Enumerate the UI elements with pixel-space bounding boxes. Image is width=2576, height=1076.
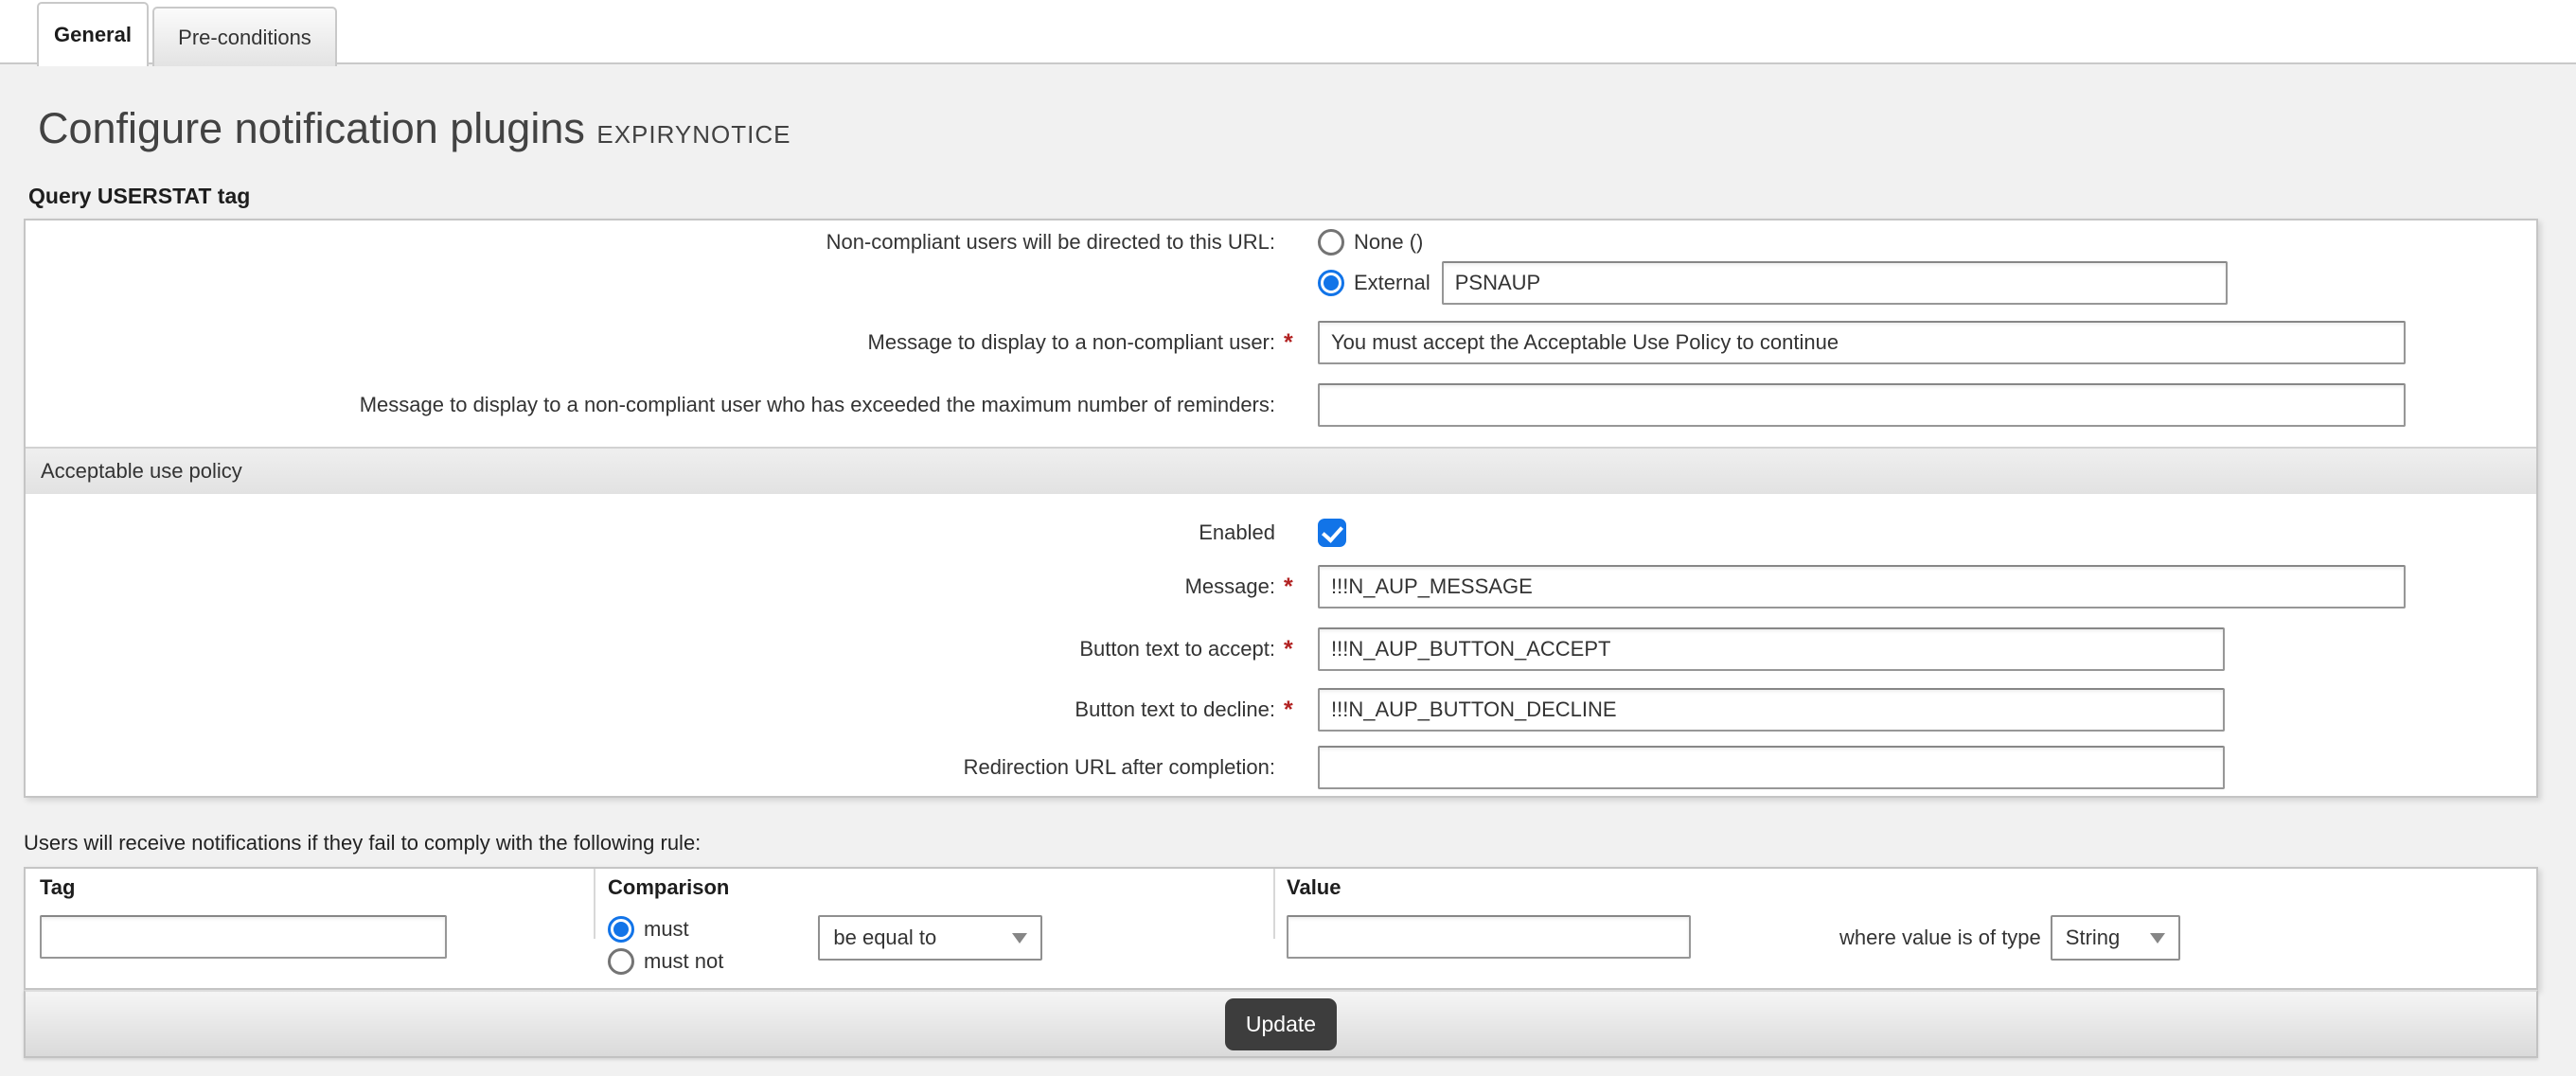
- tag-column-header: Tag: [40, 875, 595, 904]
- reminder-message-input[interactable]: [1318, 383, 2406, 427]
- tab-general[interactable]: General: [37, 2, 149, 66]
- operator-select-value: be equal to: [833, 926, 936, 950]
- comparison-radio-group: must must not: [608, 915, 723, 976]
- value-type-label: where value is of type: [1839, 915, 2041, 961]
- radio-external-icon[interactable]: [1318, 270, 1344, 296]
- aup-message-input[interactable]: [1318, 565, 2406, 609]
- column-divider: [1273, 869, 1275, 939]
- aup-message-label: Message:: [26, 573, 1275, 601]
- radio-option-must-not[interactable]: must not: [608, 947, 723, 976]
- tag-input[interactable]: [40, 915, 447, 959]
- decline-button-text-label: Button text to decline:: [26, 696, 1275, 724]
- tab-general-label: General: [54, 23, 132, 47]
- rule-panel: Tag Comparison must must not be equal: [24, 867, 2538, 990]
- radio-none-label: None (): [1354, 230, 1423, 255]
- update-button[interactable]: Update: [1225, 998, 1337, 1050]
- form-row-aup-message: Message: *: [26, 565, 2536, 609]
- form-row-accept-button-text: Button text to accept: *: [26, 627, 2536, 671]
- value-type-select-value: String: [2066, 926, 2120, 950]
- redirection-url-input[interactable]: [1318, 746, 2225, 789]
- decline-button-text-input[interactable]: [1318, 688, 2225, 732]
- form-footer: Update: [24, 990, 2538, 1058]
- external-url-input[interactable]: [1442, 261, 2228, 305]
- enabled-checkbox[interactable]: [1318, 519, 1346, 547]
- form-row-decline-button-text: Button text to decline: *: [26, 688, 2536, 732]
- form-row-reminder-message: Message to display to a non-compliant us…: [26, 383, 2536, 427]
- accept-button-text-input[interactable]: [1318, 627, 2225, 671]
- rule-col-value: Value where value is of type String: [1273, 869, 2536, 988]
- rule-col-tag: Tag: [26, 869, 595, 988]
- radio-must-not-label: must not: [644, 949, 723, 974]
- redirect-url-label: Non-compliant users will be directed to …: [26, 228, 1275, 256]
- operator-select[interactable]: be equal to: [818, 915, 1042, 961]
- radio-option-must[interactable]: must: [608, 915, 723, 944]
- radio-option-none[interactable]: None (): [1318, 228, 1423, 256]
- value-column-header: Value: [1287, 875, 2536, 904]
- form-row-redirect-url: Non-compliant users will be directed to …: [26, 228, 2536, 306]
- noncompliant-message-label: Message to display to a non-compliant us…: [26, 328, 1275, 357]
- rule-col-comparison: Comparison must must not be equal to: [595, 869, 1273, 988]
- required-asterisk: *: [1275, 635, 1318, 663]
- required-asterisk: *: [1275, 696, 1318, 724]
- redirection-url-label: Redirection URL after completion:: [26, 753, 1275, 782]
- form-row-noncompliant-message: Message to display to a non-compliant us…: [26, 321, 2536, 364]
- radio-none-icon[interactable]: [1318, 229, 1344, 256]
- radio-option-external[interactable]: External: [1318, 260, 2228, 306]
- plugin-name: EXPIRYNOTICE: [596, 120, 791, 149]
- reminder-message-label: Message to display to a non-compliant us…: [26, 391, 1275, 419]
- tab-preconditions-label: Pre-conditions: [178, 26, 311, 50]
- required-asterisk: *: [1275, 328, 1318, 357]
- general-settings-panel: Non-compliant users will be directed to …: [24, 219, 2538, 798]
- form-row-enabled: Enabled: [26, 519, 2536, 547]
- enabled-label: Enabled: [26, 519, 1275, 547]
- chevron-down-icon: [1012, 933, 1027, 944]
- page-title-text: Configure notification plugins: [38, 104, 585, 152]
- aup-heading-label: Acceptable use policy: [41, 459, 242, 484]
- section-heading-query-userstat: Query USERSTAT tag: [28, 184, 250, 209]
- section-heading-aup: Acceptable use policy: [26, 447, 2536, 494]
- page-title: Configure notification plugins EXPIRYNOT…: [38, 104, 791, 153]
- radio-must-icon[interactable]: [608, 916, 634, 943]
- radio-must-not-icon[interactable]: [608, 948, 634, 975]
- form-row-redirection-url: Redirection URL after completion:: [26, 746, 2536, 789]
- radio-external-label: External: [1354, 271, 1430, 295]
- value-type-select[interactable]: String: [2051, 915, 2180, 961]
- accept-button-text-label: Button text to accept:: [26, 635, 1275, 663]
- value-input[interactable]: [1287, 915, 1691, 959]
- radio-must-label: must: [644, 917, 689, 942]
- column-divider: [594, 869, 595, 939]
- noncompliant-message-input[interactable]: [1318, 321, 2406, 364]
- tab-bar: General Pre-conditions: [0, 0, 2576, 64]
- rule-intro: Users will receive notifications if they…: [24, 831, 701, 856]
- comparison-column-header: Comparison: [608, 875, 1273, 904]
- required-asterisk: *: [1275, 573, 1318, 601]
- chevron-down-icon: [2150, 933, 2165, 944]
- tab-preconditions[interactable]: Pre-conditions: [152, 7, 337, 66]
